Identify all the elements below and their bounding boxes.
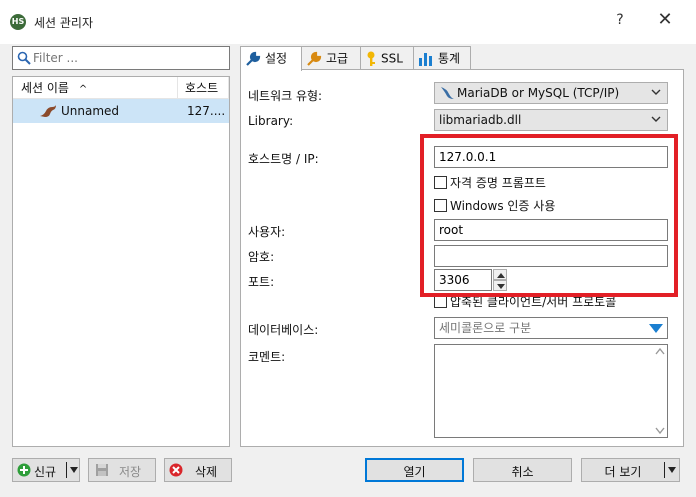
more-button-label: 더 보기 — [604, 465, 642, 479]
tab-ssl[interactable]: SSL — [360, 46, 414, 70]
port-field[interactable] — [434, 269, 492, 291]
host-label: 호스트명 / IP: — [248, 152, 319, 166]
wrench-icon — [307, 51, 322, 66]
port-increment-button[interactable] — [493, 269, 507, 280]
user-input[interactable] — [435, 220, 667, 240]
host-field[interactable] — [434, 146, 668, 168]
filter-input[interactable] — [33, 49, 223, 67]
library-select[interactable]: libmariadb.dll — [434, 109, 668, 131]
user-label: 사용자: — [248, 225, 286, 239]
delete-icon — [169, 463, 183, 477]
open-button[interactable]: 열기 — [365, 458, 464, 482]
key-icon — [367, 51, 375, 66]
comment-textarea[interactable] — [434, 344, 668, 438]
new-button-label: 신규 — [34, 465, 57, 479]
compressed-protocol-label: 압축된 클라이언트/서버 프로토콜 — [450, 295, 617, 309]
database-label: 데이터베이스: — [248, 323, 319, 337]
tab-advanced-label: 고급 — [326, 51, 349, 66]
scroll-down-icon[interactable] — [655, 427, 665, 435]
save-icon — [96, 464, 108, 476]
tab-settings-label: 설정 — [265, 51, 288, 66]
window-title: 세션 관리자 — [34, 16, 94, 30]
database-field[interactable] — [434, 317, 668, 339]
dropdown-triangle-icon — [649, 324, 663, 333]
tab-statistics[interactable]: 통계 — [413, 46, 471, 70]
save-button[interactable]: 저장 — [88, 458, 156, 482]
session-list[interactable]: 세션 이름 ^ 호스트 Unnamed 127.... — [12, 76, 230, 447]
arrow-up-icon — [497, 273, 505, 278]
mariadb-seal-icon — [441, 87, 454, 99]
session-row-host: 127.... — [187, 104, 226, 118]
scroll-up-icon[interactable] — [655, 347, 665, 355]
cancel-button-label: 취소 — [511, 465, 534, 479]
library-label: Library: — [248, 114, 294, 128]
split-divider — [664, 462, 665, 478]
chevron-down-icon — [651, 116, 661, 122]
windows-auth-label: Windows 인증 사용 — [450, 199, 556, 213]
network-type-label: 네트워크 유형: — [248, 89, 323, 103]
new-button[interactable]: 신규 — [12, 458, 80, 482]
filter-box[interactable] — [12, 46, 230, 70]
host-input[interactable] — [435, 147, 667, 167]
help-button[interactable]: ? — [610, 12, 630, 28]
title-bar: HS 세션 관리자 ? ✕ — [0, 0, 696, 44]
column-session-name-label: 세션 이름 — [21, 81, 69, 95]
comment-label: 코멘트: — [248, 350, 286, 364]
network-type-select[interactable]: MariaDB or MySQL (TCP/IP) — [434, 82, 668, 104]
prompt-credentials-label: 자격 증명 프롬프트 — [450, 176, 546, 190]
library-value: libmariadb.dll — [439, 113, 522, 127]
column-session-name[interactable]: 세션 이름 ^ — [13, 77, 178, 99]
plus-circle-icon — [17, 463, 31, 477]
port-label: 포트: — [248, 275, 275, 289]
wrench-icon — [246, 51, 261, 66]
save-button-label: 저장 — [119, 465, 142, 479]
network-type-value: MariaDB or MySQL (TCP/IP) — [457, 86, 620, 100]
app-logo-icon: HS — [10, 14, 26, 30]
column-host[interactable]: 호스트 — [179, 77, 229, 99]
tab-statistics-label: 통계 — [438, 51, 461, 66]
database-input[interactable] — [435, 318, 667, 338]
tab-advanced[interactable]: 고급 — [301, 46, 361, 70]
split-divider — [66, 462, 67, 478]
dropdown-arrow-icon[interactable] — [70, 467, 78, 473]
checkbox-box — [434, 176, 447, 189]
password-field[interactable] — [434, 245, 668, 267]
dropdown-arrow-icon[interactable] — [668, 467, 676, 473]
chart-icon — [419, 52, 432, 66]
tab-ssl-label: SSL — [381, 51, 403, 66]
sort-asc-icon: ^ — [78, 84, 88, 95]
chevron-down-icon — [651, 89, 661, 95]
arrow-down-icon — [497, 284, 505, 289]
close-button[interactable]: ✕ — [655, 9, 675, 30]
checkbox-box — [434, 295, 447, 308]
password-input[interactable] — [435, 246, 667, 266]
mariadb-seal-icon — [40, 105, 56, 117]
password-label: 암호: — [248, 250, 275, 264]
session-list-header: 세션 이름 ^ 호스트 — [13, 77, 229, 99]
user-field[interactable] — [434, 219, 668, 241]
session-row[interactable]: Unnamed 127.... — [13, 99, 229, 123]
search-icon — [17, 51, 31, 65]
tab-settings[interactable]: 설정 — [240, 46, 302, 71]
port-decrement-button[interactable] — [493, 280, 507, 291]
open-button-label: 열기 — [403, 465, 426, 479]
delete-button-label: 삭제 — [195, 465, 218, 479]
delete-button[interactable]: 삭제 — [164, 458, 232, 482]
port-input[interactable] — [435, 270, 491, 290]
more-button[interactable]: 더 보기 — [581, 458, 680, 482]
checkbox-box — [434, 199, 447, 212]
session-row-name: Unnamed — [61, 104, 120, 118]
cancel-button[interactable]: 취소 — [473, 458, 572, 482]
